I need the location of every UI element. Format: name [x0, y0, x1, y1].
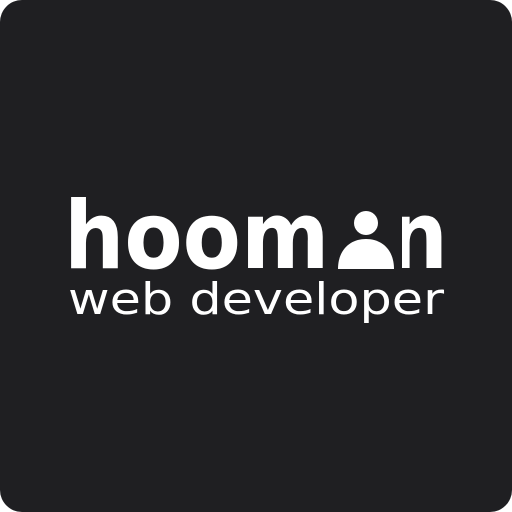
logo: hoomon web developer [64, 182, 448, 325]
person-icon [330, 196, 402, 270]
logo-tile: hoomon web developer [0, 0, 512, 512]
tagline: web developer [68, 274, 445, 325]
